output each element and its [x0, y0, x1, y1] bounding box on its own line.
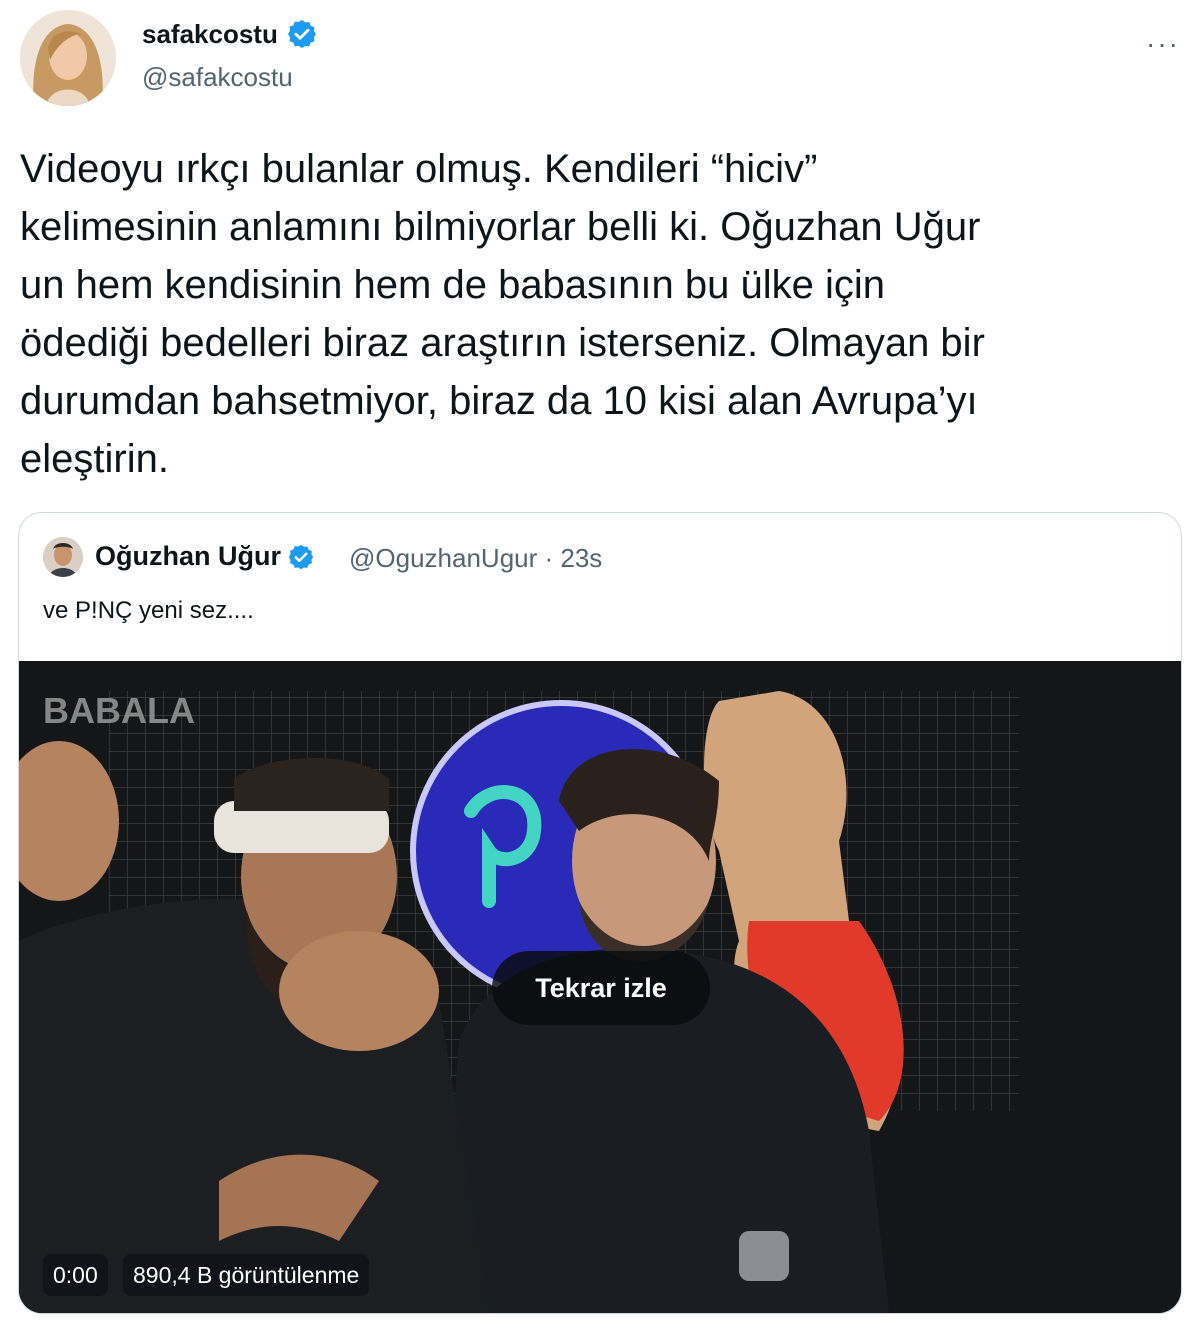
quoted-author-name[interactable]: Oğuzhan Uğur: [95, 541, 315, 572]
verified-badge-icon: [287, 543, 315, 571]
profile-avatar[interactable]: [20, 10, 116, 106]
quoted-author-name-text: Oğuzhan Uğur: [95, 541, 281, 571]
quoted-handle-and-time[interactable]: @OguzhanUgur · 23s: [349, 543, 602, 574]
quoted-tweet-text: ve P!NÇ yeni sez....: [43, 597, 254, 624]
quoted-avatar-image: [43, 537, 83, 577]
tweet-line: kelimesinin anlamını bilmiyorlar belli k…: [20, 205, 981, 249]
tweet-text: Videoyu ırkçı bulanlar olmuş. Kendileri …: [20, 140, 1180, 488]
more-options-icon[interactable]: ···: [1146, 30, 1180, 58]
avatar-image: [20, 10, 116, 106]
tweet-line: eleştirin.: [20, 437, 169, 481]
verified-badge-icon: [286, 18, 318, 50]
author-name-text: safakcostu: [142, 18, 278, 49]
video-view-count: 890,4 B görüntülenme: [123, 1254, 370, 1296]
video-player[interactable]: BABALA Tekrar izle 0:00 890,4 B görüntül…: [19, 661, 1181, 1313]
video-watermark: BABALA: [43, 690, 195, 731]
author-handle[interactable]: @safakcostu: [142, 62, 293, 93]
quoted-author-avatar[interactable]: [43, 537, 83, 577]
quoted-tweet-card[interactable]: Oğuzhan Uğur @OguzhanUgur · 23s ve P!NÇ …: [18, 512, 1182, 1314]
tweet-line: Videoyu ırkçı bulanlar olmuş. Kendileri …: [20, 147, 818, 191]
tweet-line: durumdan bahsetmiyor, biraz da 10 kisi a…: [20, 379, 978, 423]
replay-button[interactable]: Tekrar izle: [492, 951, 710, 1025]
author-display-name[interactable]: safakcostu: [142, 18, 318, 50]
video-time: 0:00: [43, 1254, 108, 1296]
tweet-line: un hem kendisinin hem de babasının bu ül…: [20, 263, 885, 307]
tweet-line: ödediği bedelleri biraz araştırın isters…: [20, 321, 985, 365]
